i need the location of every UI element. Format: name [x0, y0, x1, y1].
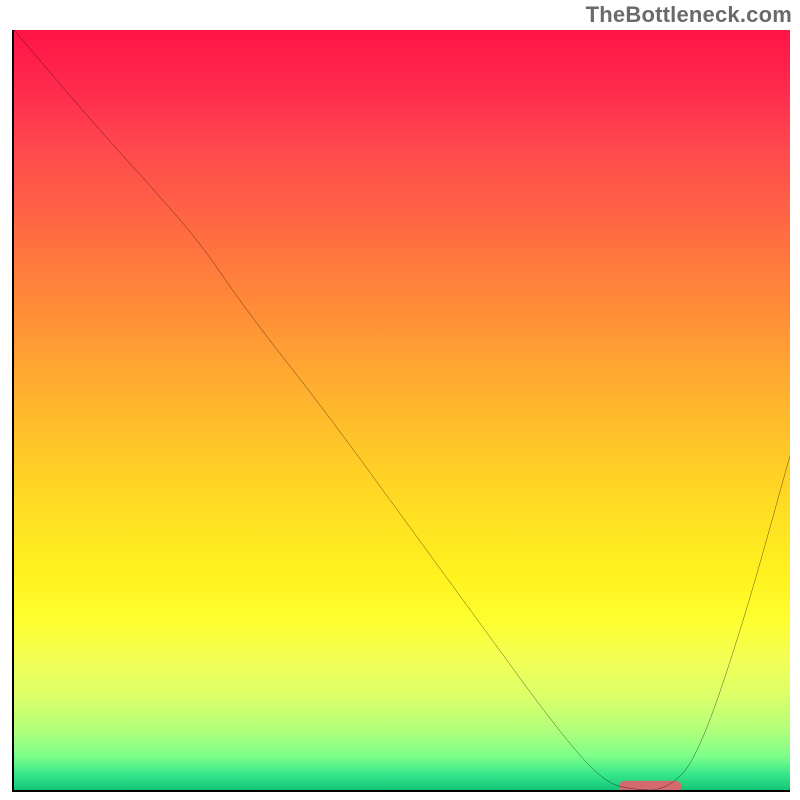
- bottleneck-curve: [14, 30, 790, 790]
- chart-container: TheBottleneck.com: [0, 0, 800, 800]
- watermark-text: TheBottleneck.com: [586, 2, 792, 28]
- minimum-marker: [619, 781, 681, 790]
- plot-area: [12, 30, 790, 792]
- chart-svg: [14, 30, 790, 790]
